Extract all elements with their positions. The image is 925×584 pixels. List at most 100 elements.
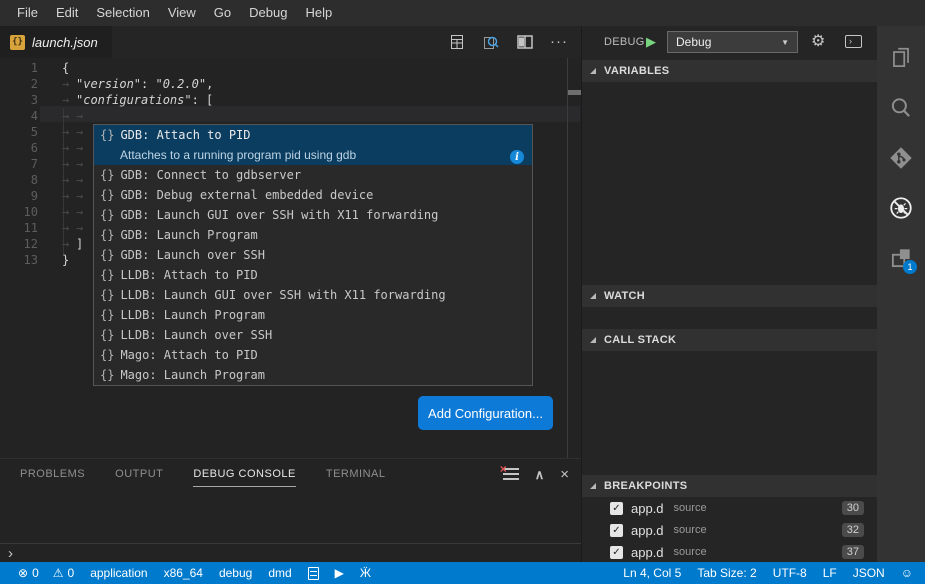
tab-debug-console[interactable]: DEBUG CONSOLE [193,462,295,487]
encoding[interactable]: UTF-8 [773,566,807,580]
tab-whitespace: → [62,124,76,140]
code-line-11[interactable]: →→ [62,220,90,236]
code-line-9[interactable]: →→ [62,188,90,204]
code-line-13[interactable]: } [62,252,69,268]
code-line-1[interactable]: { [62,60,69,76]
breakpoint-checkbox[interactable]: ✓ [610,546,623,559]
status-arch[interactable]: x86_64 [164,566,203,580]
configure-gear-icon[interactable]: ⚙ [811,31,825,51]
line-number[interactable]: 1 [0,60,38,76]
suggest-item-selected[interactable]: {}GDB: Attach to PID Attaches to a runni… [94,125,532,165]
code-editor[interactable]: 1 2 3 4 5 6 7 8 9 10 11 12 13 { →"versio… [0,58,581,458]
menu-view[interactable]: View [159,0,205,26]
tab-output[interactable]: OUTPUT [115,462,163,486]
line-number[interactable]: 7 [0,156,38,172]
breakpoint-row[interactable]: ✓ app.d source 30 [582,497,878,519]
start-debug-icon[interactable]: ▶ [646,34,656,50]
code-line-6[interactable]: →→ [62,140,90,156]
status-compiler[interactable]: dmd [268,566,291,580]
suggest-item[interactable]: {}GDB: Connect to gdbserver [94,165,532,185]
close-panel-icon[interactable]: × [560,466,569,483]
suggest-item[interactable]: {}LLDB: Launch over SSH [94,325,532,345]
menu-edit[interactable]: Edit [47,0,87,26]
suggest-item[interactable]: {}LLDB: Launch GUI over SSH with X11 for… [94,285,532,305]
document-icon[interactable] [308,567,319,580]
suggest-item[interactable]: {}Mago: Launch Program [94,365,532,385]
breakpoint-checkbox[interactable]: ✓ [610,524,623,537]
add-configuration-button[interactable]: Add Configuration... [418,396,553,430]
line-number[interactable]: 9 [0,188,38,204]
tab-size[interactable]: Tab Size: 2 [697,566,756,580]
error-warning-status[interactable]: ⊗ 0 ⚠ 0 [18,566,74,580]
search-icon[interactable] [877,84,925,132]
line-number[interactable]: 4 [0,108,38,124]
suggest-item[interactable]: {}GDB: Launch Program [94,225,532,245]
suggest-item[interactable]: {}LLDB: Launch Program [94,305,532,325]
chevron-down-icon: ▼ [781,38,789,47]
extensions-icon[interactable]: 1 [877,234,925,282]
source-control-icon[interactable] [877,134,925,182]
debug-icon[interactable] [877,184,925,232]
menu-go[interactable]: Go [205,0,240,26]
section-watch[interactable]: WATCH [582,285,878,307]
line-number[interactable]: 8 [0,172,38,188]
breakpoint-row[interactable]: ✓ app.d source 32 [582,519,878,541]
line-number[interactable]: 2 [0,76,38,92]
section-variables[interactable]: VARIABLES [582,60,878,82]
debug-config-dropdown[interactable]: Debug ▼ [667,31,798,53]
info-icon[interactable]: i [510,150,524,164]
section-call-stack[interactable]: CALL STACK [582,329,878,351]
code-line-7[interactable]: →→ [62,156,90,172]
line-number[interactable]: 3 [0,92,38,108]
tab-launch-json[interactable]: {} launch.json [0,26,112,58]
code-line-3[interactable]: →"configurations": [ [62,92,213,108]
feedback-smiley-icon[interactable]: ☺ [901,567,913,579]
menu-help[interactable]: Help [296,0,341,26]
breakpoint-checkbox[interactable]: ✓ [610,502,623,515]
menu-selection[interactable]: Selection [87,0,158,26]
more-actions-icon[interactable]: ··· [551,34,567,50]
explorer-icon[interactable] [877,34,925,82]
line-number[interactable]: 5 [0,124,38,140]
status-application[interactable]: application [90,566,147,580]
code-line-5[interactable]: →→ [62,124,90,140]
current-line-highlight [40,106,580,122]
clear-console-icon[interactable]: × [503,468,519,481]
cursor-position[interactable]: Ln 4, Col 5 [623,566,681,580]
suggest-item[interactable]: {}Mago: Attach to PID [94,345,532,365]
code-line-12[interactable]: →] [62,236,83,252]
bug-icon[interactable]: Ӝ [360,567,371,579]
line-number[interactable]: 13 [0,252,38,268]
search-in-file-icon[interactable] [483,34,499,50]
tab-problems[interactable]: PROBLEMS [20,462,85,486]
tab-terminal[interactable]: TERMINAL [326,462,386,486]
suggest-item[interactable]: {}GDB: Launch GUI over SSH with X11 forw… [94,205,532,225]
line-number[interactable]: 12 [0,236,38,252]
open-preview-icon[interactable] [449,34,465,50]
console-prompt-icon: › [8,545,13,563]
suggest-item[interactable]: {}GDB: Launch over SSH [94,245,532,265]
maximize-panel-icon[interactable]: ∧ [535,467,545,483]
suggest-item[interactable]: {}LLDB: Attach to PID [94,265,532,285]
eol[interactable]: LF [823,566,837,580]
code-line-8[interactable]: →→ [62,172,90,188]
code-line-4[interactable]: →→ [62,108,90,124]
language-mode[interactable]: JSON [853,566,885,580]
code-line-10[interactable]: →→ [62,204,90,220]
line-number[interactable]: 10 [0,204,38,220]
menu-debug[interactable]: Debug [240,0,296,26]
suggest-item[interactable]: {}GDB: Debug external embedded device [94,185,532,205]
breakpoint-row[interactable]: ✓ app.d source 37 [582,541,878,563]
line-number[interactable]: 11 [0,220,38,236]
status-buildtype[interactable]: debug [219,566,252,580]
run-icon[interactable]: ▶ [335,567,344,579]
debug-console-input[interactable]: › [0,543,581,563]
line-number[interactable]: 6 [0,140,38,156]
split-editor-icon[interactable] [517,34,533,50]
editor-actions: ··· [449,26,567,58]
debug-console-toggle-icon[interactable]: › [845,35,862,48]
twistie-icon [590,483,596,489]
section-breakpoints[interactable]: BREAKPOINTS [582,475,878,497]
menu-file[interactable]: File [8,0,47,26]
code-line-2[interactable]: →"version": "0.2.0", [62,76,213,92]
